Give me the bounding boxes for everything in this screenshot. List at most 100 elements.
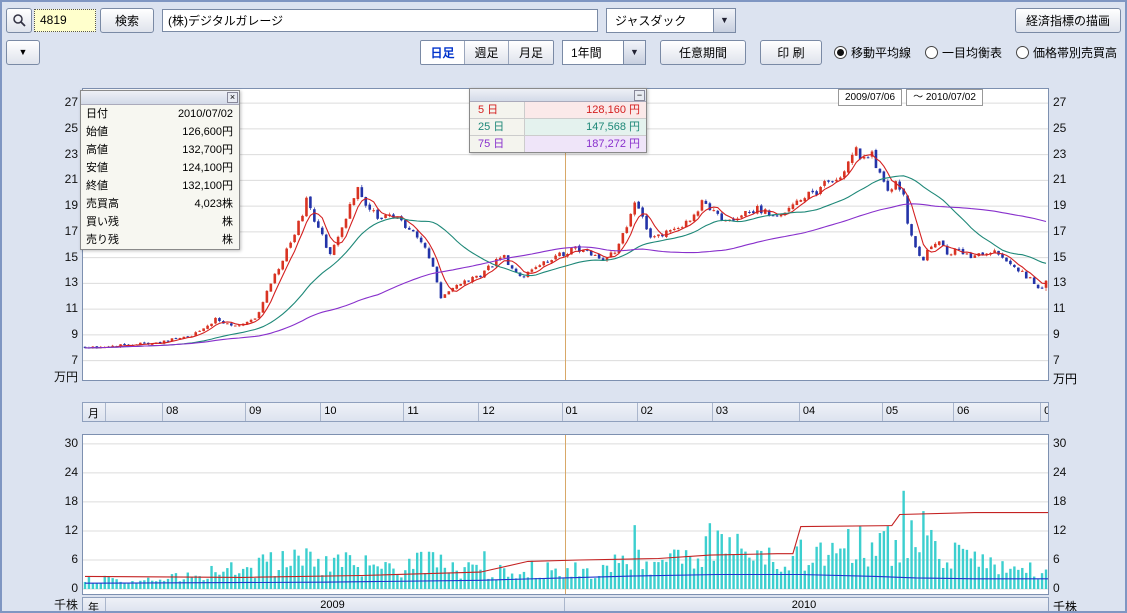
volume-tick-label: 24: [2, 465, 78, 479]
month-label: 12: [482, 405, 494, 417]
price-tick-label: 9: [1053, 327, 1113, 341]
period-select-value: 1年間: [562, 40, 624, 65]
date-range-to[interactable]: ～ 2010/07/02: [906, 89, 983, 106]
month-label: 06: [957, 405, 969, 417]
volume-tick-label: 18: [2, 494, 78, 508]
ma-legend-label: 75 日: [470, 136, 524, 152]
price-tick-label: 7: [1053, 353, 1113, 367]
price-tick-label: 11: [2, 301, 78, 315]
overlay-radio-group: 移動平均線一目均衡表価格帯別売買高: [834, 44, 1117, 61]
year-separator: [564, 598, 565, 612]
quote-row-label: 売り残: [81, 231, 140, 249]
month-separator: [162, 403, 163, 421]
period-select-arrow-icon[interactable]: ▼: [624, 40, 646, 65]
print-button[interactable]: 印 刷: [760, 40, 822, 65]
stock-name-input[interactable]: [162, 9, 598, 32]
ma-legend-label: 5 日: [470, 102, 524, 118]
month-label: 05: [886, 405, 898, 417]
month-separator: [637, 403, 638, 421]
price-tick-label: 17: [1053, 224, 1113, 238]
quote-row-value: 132,100円: [140, 177, 239, 195]
quote-row: 始値126,600円: [81, 123, 239, 141]
custom-period-button[interactable]: 任意期間: [660, 40, 746, 65]
volume-unit-label-right: 千株: [1053, 598, 1077, 613]
price-tick-label: 9: [2, 327, 78, 341]
volume-tick-label: 6: [1053, 552, 1113, 566]
quote-row-value: 132,700円: [140, 141, 239, 159]
quote-row-value: 2010/07/02: [140, 105, 239, 123]
quote-row-label: 売買高: [81, 195, 140, 213]
magnifier-icon: [12, 13, 26, 27]
radio-ichimoku[interactable]: 一目均衡表: [925, 44, 1002, 61]
quote-row-label: 安値: [81, 159, 140, 177]
search-icon-button[interactable]: [6, 8, 32, 33]
price-tick-label: 17: [2, 224, 78, 238]
month-label: 03: [716, 405, 728, 417]
quote-rows: 日付2010/07/02始値126,600円高値132,700円安値124,10…: [81, 105, 239, 249]
quote-row-value: 株: [140, 231, 239, 249]
month-label: 02: [641, 405, 653, 417]
timeframe-tabs: 日足週足月足: [420, 40, 554, 65]
volume-chart-svg: [83, 435, 1048, 594]
radio-dot-icon: [1016, 46, 1029, 59]
tab-daily[interactable]: 日足: [421, 41, 465, 64]
price-tick-label: 21: [2, 172, 78, 186]
quote-row-label: 買い残: [81, 213, 140, 231]
market-select-value: ジャスダック: [606, 8, 714, 33]
quote-row: 高値132,700円: [81, 141, 239, 159]
volume-tick-label: 0: [2, 581, 78, 595]
band-divider: [105, 598, 106, 612]
quote-row-value: 126,600円: [140, 123, 239, 141]
month-separator: [245, 403, 246, 421]
price-tick-label: 19: [1053, 198, 1113, 212]
radio-moving-average[interactable]: 移動平均線: [834, 44, 911, 61]
month-label: 11: [407, 405, 418, 417]
minimize-icon[interactable]: −: [634, 90, 645, 101]
date-range-from[interactable]: 2009/07/06: [838, 89, 902, 106]
quote-row: 買い残株: [81, 213, 239, 231]
economic-indicator-button[interactable]: 経済指標の描画: [1015, 8, 1121, 33]
month-label: 07: [1044, 405, 1049, 417]
toolbar-second: ▼ 日足週足月足 1年間 ▼ 任意期間 印 刷 移動平均線一目均衡表価格帯別売買…: [2, 37, 1125, 67]
month-label: 08: [166, 405, 178, 417]
price-tick-label: 19: [2, 198, 78, 212]
month-label: 04: [803, 405, 815, 417]
quote-row-value: 124,100円: [140, 159, 239, 177]
period-select[interactable]: 1年間 ▼: [562, 40, 646, 65]
price-unit-label-left: 万円: [2, 370, 78, 384]
month-separator: [478, 403, 479, 421]
radio-volume-by-price[interactable]: 価格帯別売買高: [1016, 44, 1117, 61]
volume-chart[interactable]: [82, 434, 1049, 595]
tab-monthly[interactable]: 月足: [509, 41, 553, 64]
radio-dot-icon: [834, 46, 847, 59]
tab-weekly[interactable]: 週足: [465, 41, 509, 64]
ma-legend-box: − 5 日128,160 円25 日147,568 円75 日187,272 円: [469, 88, 647, 153]
price-tick-label: 15: [1053, 250, 1113, 264]
market-select-arrow-icon[interactable]: ▼: [714, 8, 736, 33]
quote-row: 売り残株: [81, 231, 239, 249]
month-separator: [403, 403, 404, 421]
search-button[interactable]: 検索: [100, 8, 154, 33]
close-icon[interactable]: ×: [227, 92, 238, 103]
month-axis-band: 月 080910111201020304050607: [82, 402, 1049, 422]
chevron-down-icon: ▼: [19, 47, 28, 57]
ma-legend-rows: 5 日128,160 円25 日147,568 円75 日187,272 円: [470, 102, 646, 152]
radio-dot-icon: [925, 46, 938, 59]
stock-code-input[interactable]: [34, 9, 96, 32]
quote-row-label: 終値: [81, 177, 140, 195]
volume-tick-label: 12: [1053, 523, 1113, 537]
market-select[interactable]: ジャスダック ▼: [606, 8, 736, 33]
month-separator: [712, 403, 713, 421]
price-tick-label: 13: [2, 275, 78, 289]
year-label: 2009: [320, 599, 344, 611]
ma-legend-label: 25 日: [470, 119, 524, 135]
left-dropdown-button[interactable]: ▼: [6, 40, 40, 65]
radio-label: 移動平均線: [851, 44, 911, 61]
month-separator: [799, 403, 800, 421]
month-separator: [882, 403, 883, 421]
quote-row-label: 始値: [81, 123, 140, 141]
price-tick-label: 27: [1053, 95, 1113, 109]
quote-row-label: 高値: [81, 141, 140, 159]
price-unit-label-right: 万円: [1053, 370, 1077, 387]
stock-chart-window: 検索 ジャスダック ▼ 経済指標の描画 ▼ 日足週足月足 1年間 ▼ 任意期間 …: [0, 0, 1127, 613]
